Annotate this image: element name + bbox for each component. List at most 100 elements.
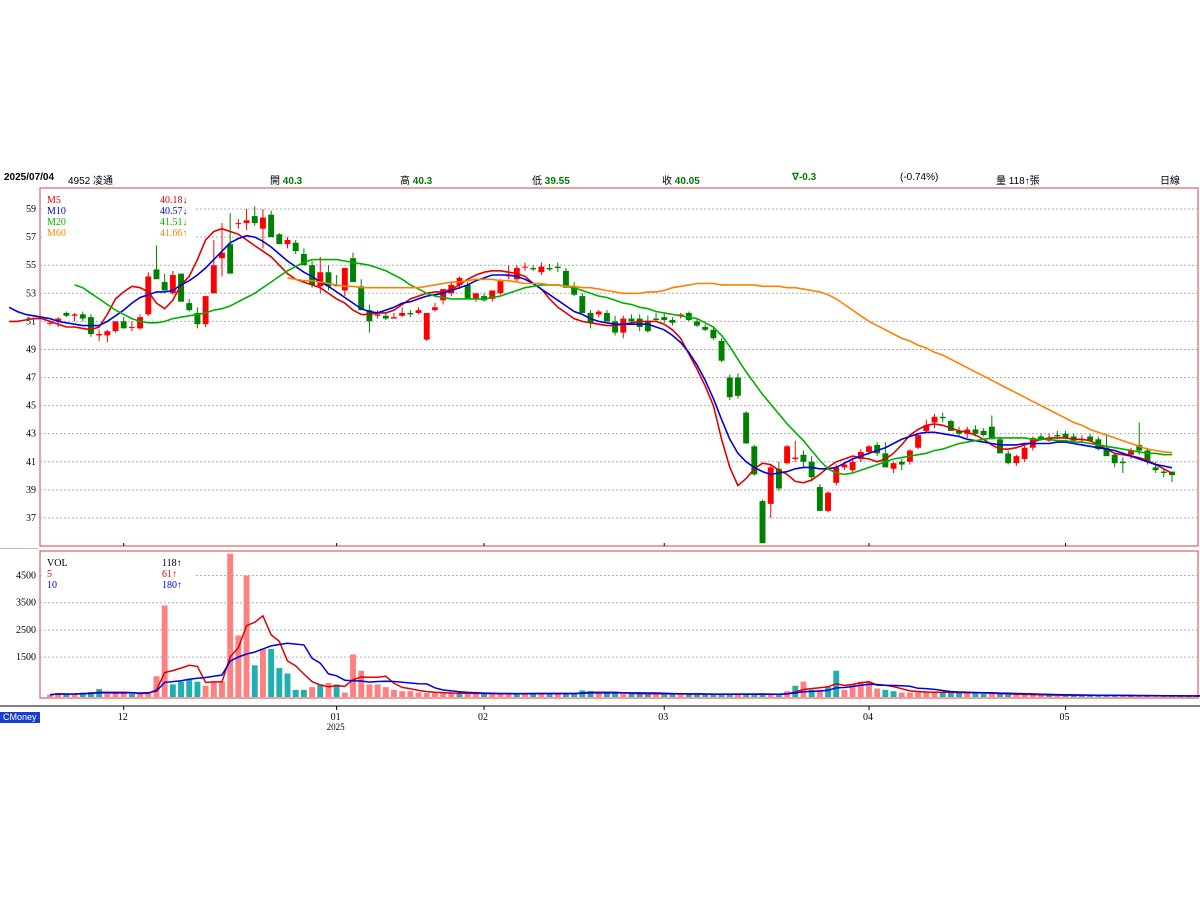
volume-tick-label: 4500: [16, 571, 36, 582]
candle-body: [792, 457, 799, 459]
volume-bar: [251, 665, 258, 697]
volume-bar: [358, 670, 365, 697]
candle-body: [890, 463, 897, 469]
volume-legend-value: 61↑: [162, 569, 177, 580]
price-tick-label: 55: [26, 260, 36, 271]
volume-bar: [366, 684, 373, 697]
candle-body: [96, 334, 103, 336]
volume-bar: [178, 681, 184, 697]
candle-body: [268, 214, 275, 238]
price-tick-label: 45: [26, 401, 36, 412]
price-legend-value: 41.51↓: [160, 217, 188, 228]
volume-legend-label: 5: [47, 569, 52, 580]
volume-bar: [988, 693, 995, 697]
candle-body: [341, 268, 348, 291]
candle-body: [898, 461, 905, 465]
price-tick-label: 49: [26, 344, 36, 355]
volume-bar: [309, 687, 316, 697]
volume-bar: [341, 692, 348, 697]
candle-body: [112, 321, 119, 332]
candle-body: [1119, 461, 1126, 464]
candle-body: [1013, 456, 1020, 464]
volume-bar: [882, 689, 889, 697]
candle-body: [79, 314, 86, 319]
candle-body: [210, 265, 217, 294]
candle-body: [137, 317, 144, 329]
candle-body: [186, 303, 193, 311]
price-legend-value: 41.66↑: [160, 228, 188, 239]
candle-body: [653, 318, 659, 320]
volume-bar: [415, 692, 422, 697]
x-tick-label: 12: [118, 712, 128, 723]
candle-body: [530, 268, 537, 270]
x-tick-label: 04: [863, 712, 873, 723]
volume-bar: [128, 693, 135, 697]
candle-body: [726, 377, 733, 398]
candle-body: [825, 492, 831, 511]
volume-bar: [374, 684, 381, 697]
candle-body: [399, 312, 406, 316]
candle-body: [120, 321, 127, 329]
candle-body: [702, 326, 709, 330]
price-tick-label: 47: [26, 373, 36, 384]
volume-bar: [628, 693, 635, 697]
candle-body: [317, 272, 324, 287]
candle-body: [939, 416, 946, 419]
candle-body: [784, 446, 791, 464]
volume-bar: [890, 691, 897, 697]
price-tick-label: 43: [26, 429, 36, 440]
candle-body: [849, 461, 856, 471]
candle-body: [628, 318, 635, 322]
volume-bar: [325, 683, 332, 697]
candle-body: [759, 501, 766, 544]
candle-body: [997, 439, 1003, 454]
volume-bar: [276, 668, 283, 697]
candle-body: [522, 266, 528, 268]
price-tick-label: 37: [26, 513, 36, 524]
volume-tick-label: 3500: [16, 598, 36, 609]
volume-bar: [186, 678, 193, 697]
candle-body: [931, 416, 938, 423]
candle-body: [743, 412, 750, 444]
price-tick-label: 57: [26, 232, 36, 243]
volume-bar: [923, 692, 930, 697]
candle-body: [538, 266, 545, 273]
candle-body: [464, 284, 471, 299]
volume-tick-label: 2500: [16, 625, 36, 636]
volume-legend-value: 180↑: [162, 580, 182, 591]
volume-bar: [202, 685, 209, 697]
price-tick-label: 53: [26, 288, 36, 299]
candle-body: [153, 269, 160, 280]
volume-bar: [874, 688, 881, 697]
cmoney-logo: CMoney: [0, 712, 40, 723]
stock-chart: 3739414345474951535557591500250035004500…: [0, 187, 1200, 732]
candle-body: [554, 266, 561, 269]
candle-body: [718, 341, 725, 361]
candle-body: [1005, 453, 1012, 464]
volume-bar: [292, 689, 299, 697]
candle-body: [431, 307, 438, 311]
candle-body: [284, 239, 291, 245]
candle-body: [734, 377, 741, 396]
volume-bar: [595, 693, 602, 697]
volume-bar: [431, 693, 438, 697]
volume-bar: [677, 694, 684, 697]
volume-bar: [300, 689, 307, 697]
candle-body: [415, 310, 422, 313]
candle-body: [710, 329, 717, 339]
candle-body: [644, 321, 651, 332]
price-tick-label: 41: [26, 457, 36, 468]
candle-body: [972, 429, 979, 434]
price-legend-label: M20: [47, 217, 66, 228]
volume-bar: [931, 692, 938, 697]
x-tick-label: 03: [658, 712, 668, 723]
candle-body: [833, 467, 840, 483]
candle-body: [497, 280, 504, 294]
volume-bar: [350, 654, 356, 697]
candle-body: [235, 223, 242, 225]
candle-body: [251, 216, 258, 224]
volume-bar: [825, 687, 831, 697]
volume-bar: [169, 684, 176, 697]
candle-body: [227, 244, 234, 274]
candle-body: [472, 293, 479, 299]
